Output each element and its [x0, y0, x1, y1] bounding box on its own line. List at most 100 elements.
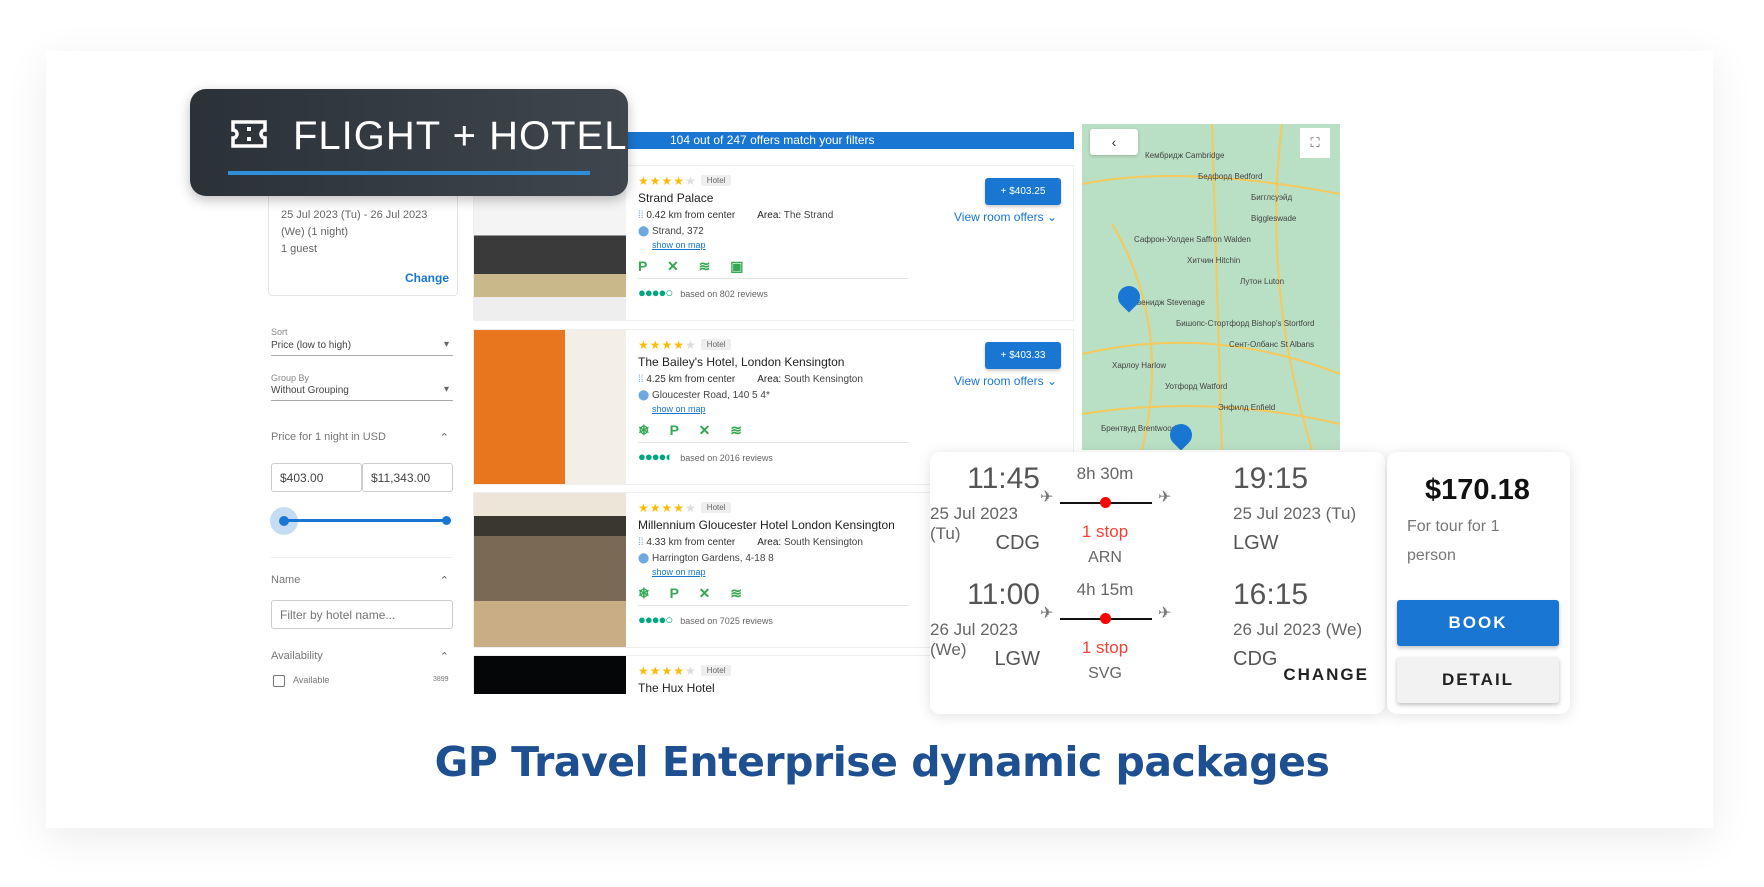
outbound-via: ARN — [1088, 549, 1122, 566]
tripadvisor-rating-icon: ●●●●○ — [638, 285, 673, 300]
reviews: ●●●●◐ based on 2016 reviews — [638, 442, 908, 464]
map-label: Харлоу Harlow — [1112, 361, 1167, 370]
search-dates: 25 Jul 2023 (Tu) - 26 Jul 2023 (We) (1 n… — [281, 209, 428, 238]
return-via: SVG — [1088, 665, 1122, 682]
price-min-input[interactable]: $403.00 — [271, 463, 362, 492]
flight-itinerary-card: 11:45 25 Jul 2023 (Tu) CDG 8h 30m ✈ ✈ 1 … — [930, 452, 1385, 714]
star-rating: ★★★★★ — [638, 338, 697, 352]
return-arrival-date: 26 Jul 2023 (We) — [1233, 620, 1363, 639]
landing-icon: ✈ — [1158, 605, 1172, 622]
return-stops: 1 stop — [1081, 638, 1129, 657]
chevron-up-icon: ⌃ — [439, 575, 449, 587]
outbound-arrival-date: 25 Jul 2023 (Tu) — [1233, 504, 1357, 523]
chevron-up-icon: ⌃ — [439, 651, 449, 663]
map-labels: St NeotsКембридж CambridgeБедфорд Bedfor… — [1092, 124, 1332, 439]
flight-hotel-banner: FLIGHT + HOTEL — [190, 89, 628, 196]
price-filter-label: Price for 1 night in USD — [271, 431, 386, 443]
hotel-name[interactable]: Millennium Gloucester Hotel London Kensi… — [638, 518, 958, 532]
show-on-map-link[interactable]: show on map — [652, 404, 918, 414]
stop-marker — [1100, 613, 1111, 624]
outbound-departure-time: 11:45 — [967, 462, 1040, 495]
return-departure-airport: LGW — [994, 648, 1040, 670]
chevron-up-icon: ⌃ — [439, 432, 449, 444]
chevron-down-icon: ⌄ — [1046, 210, 1057, 224]
hotel-area: The Strand — [783, 210, 834, 221]
show-on-map-link[interactable]: show on map — [652, 240, 918, 250]
star-rating: ★★★★★ — [638, 501, 697, 515]
takeoff-icon: ✈ — [1040, 489, 1054, 506]
add-offer-button[interactable]: + $403.25 — [985, 178, 1061, 205]
location-pin-icon: ⬤ — [638, 390, 652, 401]
map-label: Энфилд Enfield — [1218, 403, 1276, 412]
package-price-card: $170.18 For tour for 1 person BOOK DETAI… — [1387, 452, 1570, 714]
hotel-name[interactable]: Strand Palace — [638, 191, 918, 205]
available-label: Available — [293, 675, 330, 685]
hotel-address: Strand, 372 — [651, 226, 704, 237]
outbound-departure-airport: CDG — [995, 532, 1040, 554]
price-slider-track[interactable] — [283, 519, 446, 522]
star-rating: ★★★★★ — [638, 174, 697, 188]
review-count: based on 7025 reviews — [680, 616, 773, 626]
search-guests: 1 guest — [281, 243, 318, 255]
group-by-label: Group By — [271, 373, 310, 383]
tripadvisor-rating-icon: ●●●●◐ — [638, 449, 673, 464]
amenity-icons: ❄ P ✕ ≋ — [638, 585, 750, 601]
hotel-type-badge: Hotel — [700, 339, 732, 350]
change-flight-button[interactable]: CHANGE — [1283, 665, 1369, 685]
view-room-offers-link[interactable]: View room offers ⌄ — [954, 210, 1057, 224]
hotel-photo — [474, 493, 626, 647]
view-room-offers-link[interactable]: View room offers ⌄ — [954, 374, 1057, 388]
takeoff-icon: ✈ — [1040, 605, 1054, 622]
hotel-name[interactable]: The Hux Hotel — [638, 681, 918, 694]
hotel-address: Harrington Gardens, 4-18 8 — [651, 553, 774, 564]
detail-button[interactable]: DETAIL — [1397, 657, 1559, 703]
map-back-button[interactable]: ‹ — [1090, 129, 1138, 155]
hotel-type-badge: Hotel — [700, 665, 732, 676]
filters-sidebar: 25 Jul 2023 (Tu) - 26 Jul 2023 (We) (1 n… — [263, 193, 465, 694]
add-offer-button[interactable]: + $403.33 — [985, 342, 1061, 369]
return-duration: 4h 15m — [1076, 580, 1134, 599]
name-filter-header[interactable]: Name ⌃ — [271, 574, 453, 587]
location-pin-icon: ⬤ — [638, 553, 652, 564]
results-count-banner: 104 out of 247 offers match your filters — [628, 132, 1074, 149]
hotel-name-filter-input[interactable] — [271, 600, 453, 629]
hotel-photo — [474, 656, 626, 694]
amenity-icons: ❄ P ✕ ≋ — [638, 422, 750, 438]
tripadvisor-rating-icon: ●●●●○ — [638, 612, 673, 627]
return-arrival-time: 16:15 — [1233, 578, 1309, 611]
review-count: based on 2016 reviews — [680, 453, 773, 463]
review-count: based on 802 reviews — [680, 289, 768, 299]
caption: GP Travel Enterprise dynamic packages — [434, 738, 1330, 786]
area-label: Area: — [757, 210, 782, 221]
available-count: 3899 — [433, 676, 449, 683]
price-filter-header[interactable]: Price for 1 night in USD ⌃ — [271, 431, 453, 444]
offer-price: $403.33 — [1009, 350, 1046, 361]
show-on-map-link[interactable]: show on map — [652, 567, 918, 577]
availability-filter-header[interactable]: Availability ⌃ — [271, 650, 453, 663]
map-label: Хитчин Hitchin — [1187, 256, 1241, 265]
change-search-link[interactable]: Change — [405, 270, 449, 287]
group-by-select[interactable]: Without Grouping — [271, 384, 453, 401]
map[interactable]: St NeotsКембридж CambridgeБедфорд Bedfor… — [1082, 124, 1340, 450]
hotel-area: South Kensington — [783, 374, 863, 385]
map-label: Бишопс-Стортфорд Bishop's Stortford — [1176, 319, 1315, 328]
sort-select[interactable]: Price (low to high) — [271, 339, 453, 356]
price-max-input[interactable]: $11,343.00 — [362, 463, 453, 492]
hotel-address: Gloucester Road, 140 5 4* — [651, 390, 770, 401]
map-label: Бигглсуэйд Biggleswade — [1251, 193, 1297, 223]
map-label: Сент-Олбанс St Albans — [1229, 340, 1315, 349]
fullscreen-icon[interactable]: ⛶ — [1300, 128, 1330, 158]
price-slider-max-handle[interactable] — [442, 516, 451, 525]
banner-title: FLIGHT + HOTEL — [293, 114, 628, 158]
book-button[interactable]: BOOK — [1397, 600, 1559, 646]
map-label: Уотфорд Watford — [1165, 382, 1228, 391]
return-departure-time: 11:00 — [967, 578, 1040, 611]
available-checkbox[interactable] — [273, 675, 285, 687]
chevron-down-icon: ⌄ — [1046, 374, 1057, 388]
availability-label: Availability — [271, 650, 323, 662]
price-slider-min-handle[interactable] — [270, 507, 298, 535]
reviews: ●●●●○ based on 7025 reviews — [638, 605, 908, 627]
sort-label: Sort — [271, 327, 288, 337]
outbound-arrival-airport: LGW — [1233, 532, 1279, 554]
hotel-name[interactable]: The Bailey's Hotel, London Kensington — [638, 355, 918, 369]
